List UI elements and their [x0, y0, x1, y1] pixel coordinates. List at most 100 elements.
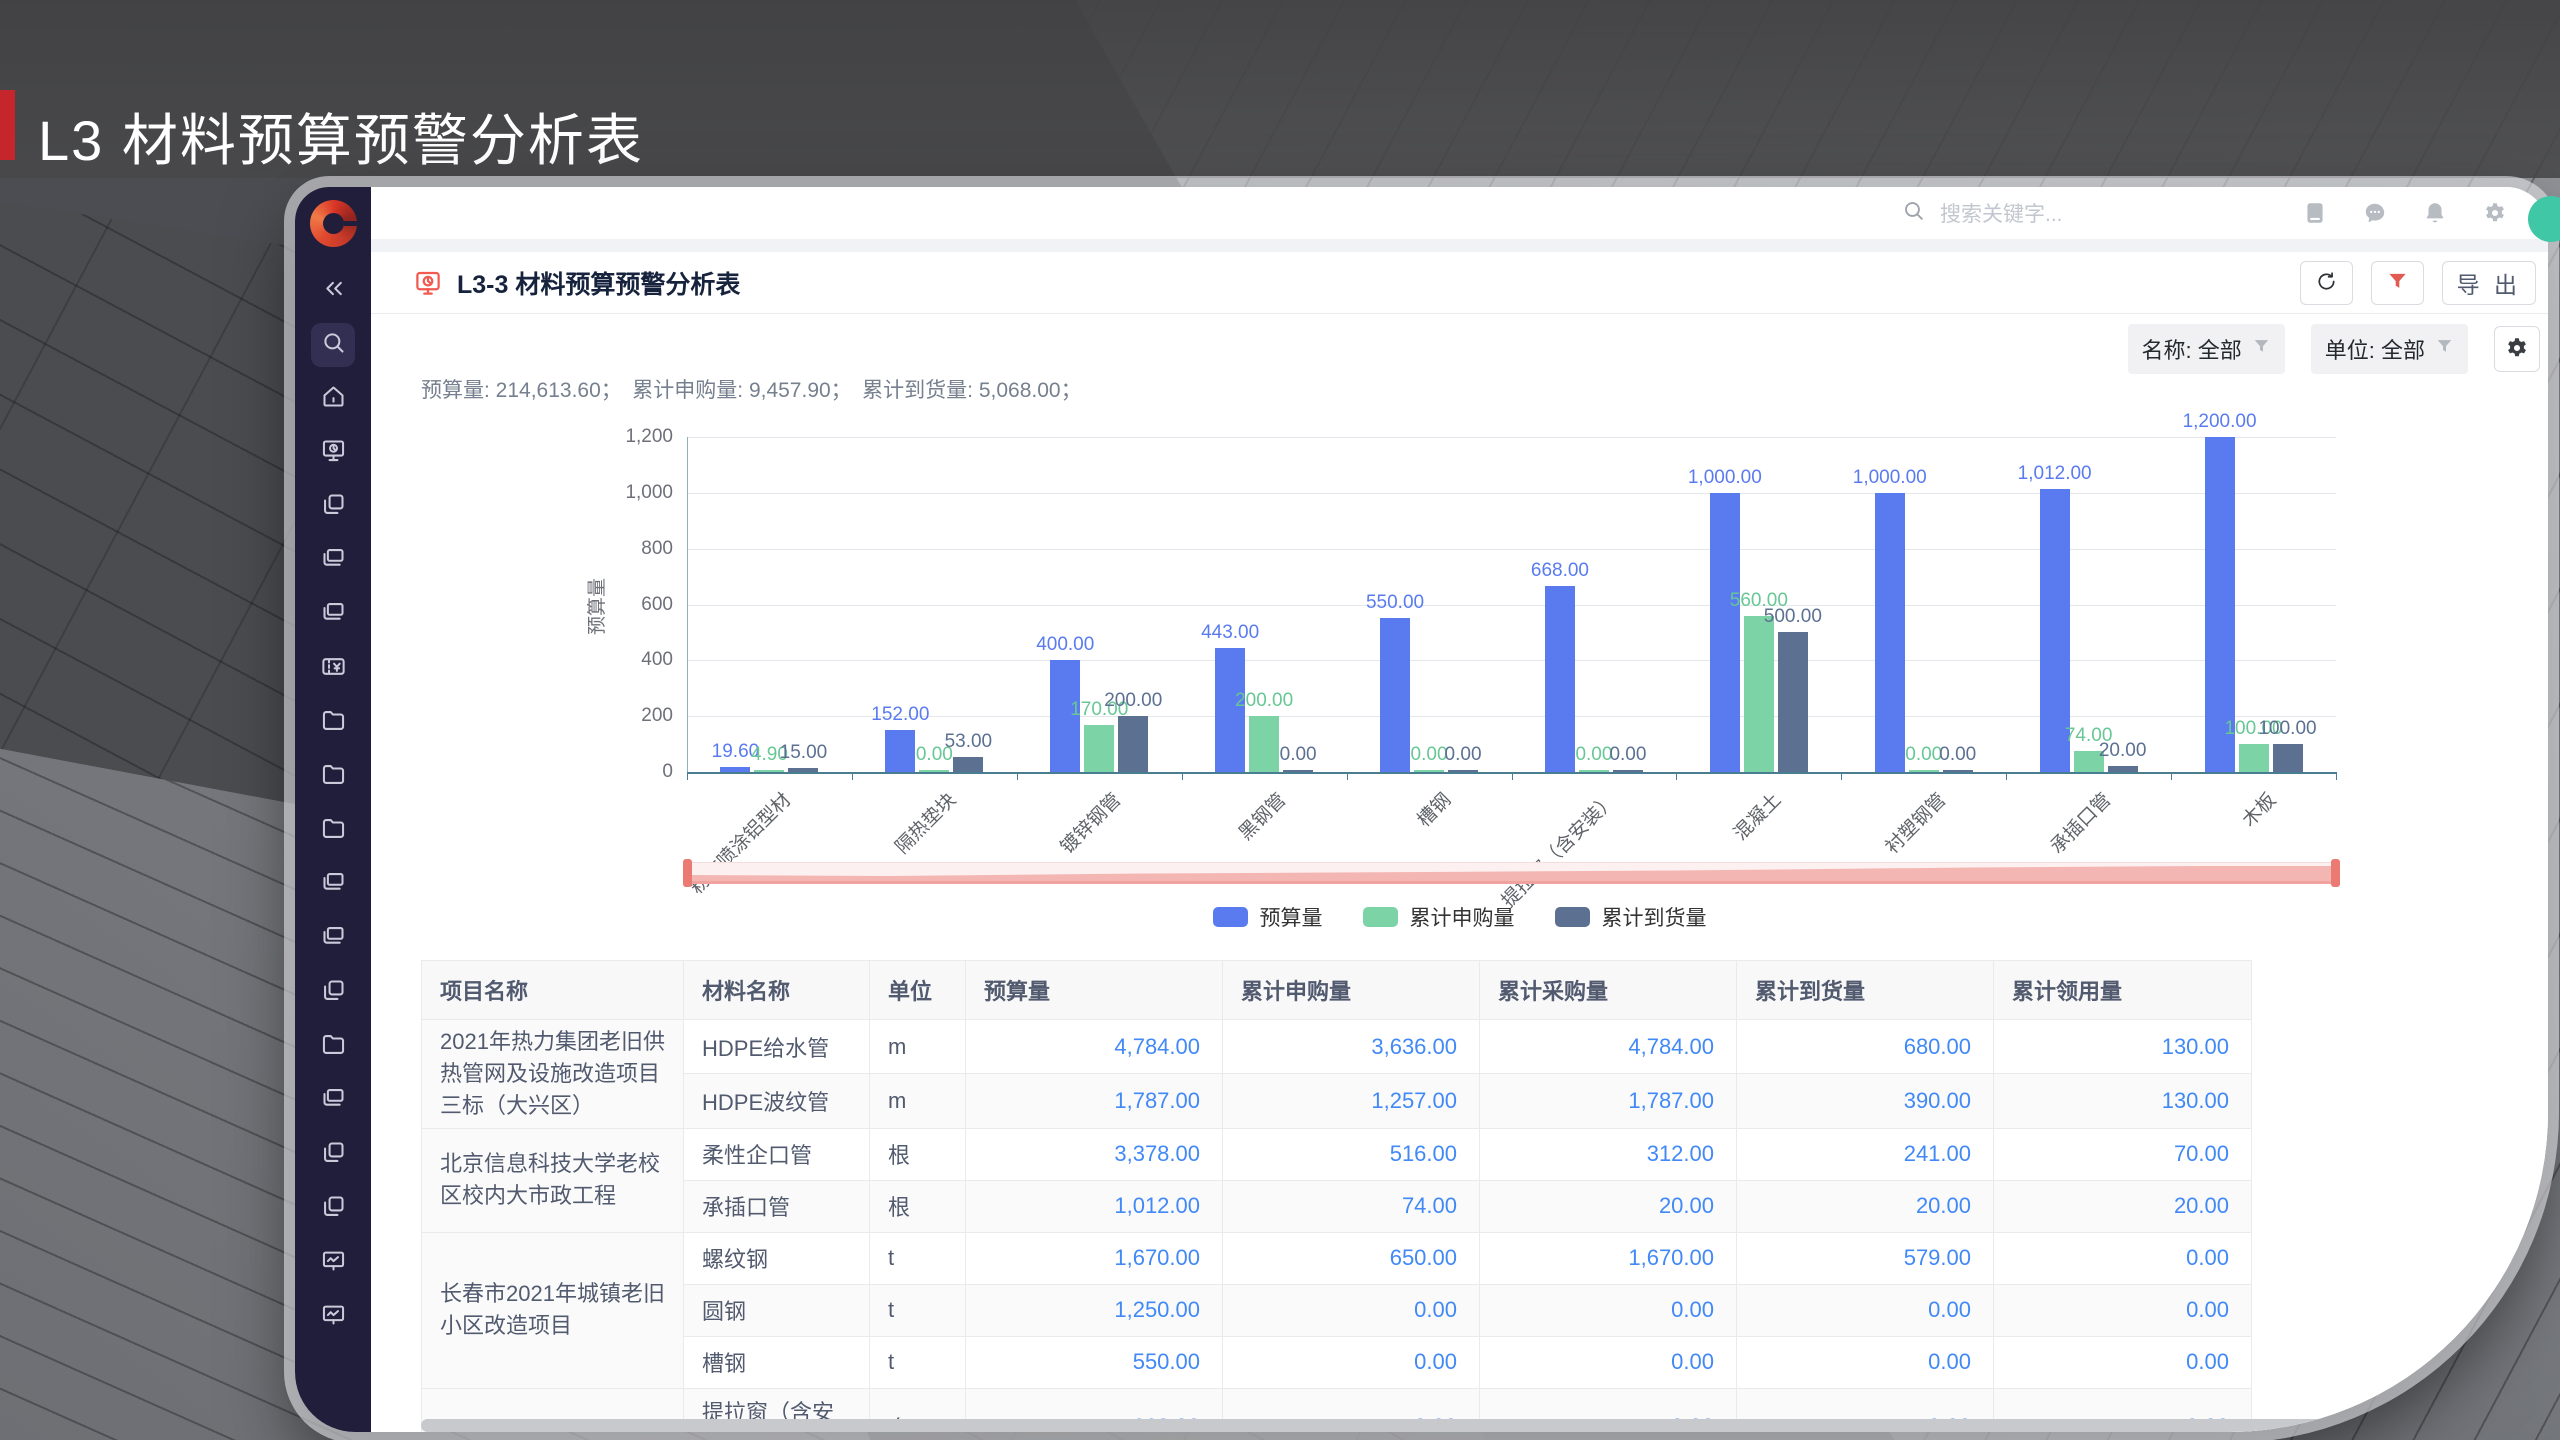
bar-累计申购量-提拉窗（含安装）[interactable] [1578, 769, 1609, 772]
value-cell[interactable]: 0.00 [1993, 1231, 2252, 1285]
notebook-icon[interactable] [2302, 200, 2328, 226]
sidebar-item-18-monitor-line-icon[interactable] [311, 1241, 355, 1285]
bell-icon[interactable] [2422, 200, 2448, 226]
sidebar-item-9-folder-icon[interactable] [311, 755, 355, 799]
bar-累计申购量-混凝土[interactable] [1743, 615, 1774, 772]
filter-button[interactable] [2370, 260, 2424, 305]
value-cell[interactable]: 550.00 [965, 1335, 1223, 1389]
bar-累计到货量-混凝土[interactable] [1777, 632, 1808, 772]
bar-累计到货量-隔热垫块[interactable] [953, 757, 984, 772]
bar-累计到货量-提拉窗（含安装）[interactable] [1612, 769, 1643, 772]
sidebar-item-15-windows-icon[interactable] [311, 1079, 355, 1123]
horizontal-scrollbar[interactable] [421, 1419, 2381, 1432]
value-cell[interactable]: 680.00 [1736, 1018, 1994, 1075]
bar-预算量-提拉窗（含安装）[interactable] [1544, 585, 1575, 772]
value-cell[interactable]: 390.00 [1736, 1073, 1994, 1129]
gear-icon[interactable] [2482, 200, 2508, 226]
value-cell[interactable]: 0.00 [1993, 1283, 2252, 1337]
sidebar-item-0-collapse-icon[interactable] [311, 269, 355, 313]
sidebar-item-4-copy-icon[interactable] [311, 485, 355, 529]
sidebar-item-14-folder-icon[interactable] [311, 1025, 355, 1069]
value-cell[interactable]: 1,670.00 [1479, 1231, 1737, 1285]
sidebar-item-2-home-icon[interactable] [311, 377, 355, 421]
value-cell[interactable]: 0.00 [1736, 1335, 1994, 1389]
sidebar-item-16-copy-icon[interactable] [311, 1133, 355, 1177]
x-category-label: 槽钢 [1413, 789, 1456, 832]
value-cell[interactable]: 130.00 [1993, 1073, 2252, 1129]
sidebar-item-8-folder-icon[interactable] [311, 701, 355, 745]
search-input[interactable]: 搜索关键字... [1901, 198, 2063, 228]
value-cell[interactable]: 1,012.00 [965, 1179, 1223, 1233]
value-cell[interactable]: 20.00 [1479, 1179, 1737, 1233]
bar-累计申购量-镀锌钢管[interactable] [1084, 724, 1115, 772]
legend-item-累计到货量[interactable]: 累计到货量 [1554, 902, 1707, 932]
value-cell[interactable]: 1,787.00 [1479, 1073, 1737, 1129]
refresh-button[interactable] [2299, 260, 2353, 305]
bar-累计申购量-槽钢[interactable] [1414, 769, 1445, 772]
value-cell[interactable]: 20.00 [1993, 1179, 2252, 1233]
value-cell[interactable]: 130.00 [1993, 1018, 2252, 1075]
bar-累计到货量-黑钢管[interactable] [1283, 769, 1314, 772]
bar-预算量-衬塑钢管[interactable] [1874, 492, 1905, 772]
value-cell[interactable]: 4,784.00 [1479, 1018, 1737, 1075]
filter-chip-0[interactable]: 名称: 全部 [2127, 324, 2285, 374]
bar-累计申购量-隔热垫块[interactable] [919, 769, 950, 772]
value-cell[interactable]: 4,784.00 [965, 1018, 1223, 1075]
sidebar-item-11-windows-icon[interactable] [311, 863, 355, 907]
sidebar-item-6-windows-icon[interactable] [311, 593, 355, 637]
settings-gear-button[interactable] [2494, 326, 2540, 372]
legend-item-预算量[interactable]: 预算量 [1212, 902, 1323, 932]
filter-chip-1[interactable]: 单位: 全部 [2310, 324, 2468, 374]
export-button[interactable]: 导 出 [2441, 260, 2536, 305]
value-cell[interactable]: 74.00 [1222, 1179, 1480, 1233]
bar-累计到货量-承插口管[interactable] [2107, 766, 2138, 772]
value-cell[interactable]: 516.00 [1222, 1127, 1480, 1181]
value-cell[interactable]: 1,257.00 [1222, 1073, 1480, 1129]
sidebar-item-17-copy-icon[interactable] [311, 1187, 355, 1231]
bar-累计申购量-黑钢管[interactable] [1249, 716, 1280, 772]
bar-预算量-粉末喷涂铝型材[interactable] [720, 766, 751, 772]
value-cell[interactable]: 0.00 [1479, 1335, 1737, 1389]
value-cell[interactable]: 0.00 [1736, 1283, 1994, 1337]
bar-累计到货量-镀锌钢管[interactable] [1118, 716, 1149, 772]
sidebar-item-7-invoice-icon[interactable] [311, 647, 355, 691]
value-cell[interactable]: 0.00 [1479, 1283, 1737, 1337]
value-cell[interactable]: 3,378.00 [965, 1127, 1223, 1181]
datazoom-handle-right[interactable] [2331, 859, 2340, 887]
bar-累计到货量-槽钢[interactable] [1448, 769, 1479, 772]
value-cell[interactable]: 1,250.00 [965, 1283, 1223, 1337]
value-cell[interactable]: 20.00 [1736, 1179, 1994, 1233]
sidebar-item-12-windows-icon[interactable] [311, 917, 355, 961]
value-cell[interactable]: 579.00 [1736, 1231, 1994, 1285]
value-cell[interactable]: 312.00 [1479, 1127, 1737, 1181]
legend-item-累计申购量[interactable]: 累计申购量 [1362, 902, 1515, 932]
sidebar-item-3-monitor-chart-icon[interactable] [311, 431, 355, 475]
value-cell[interactable]: 70.00 [1993, 1127, 2252, 1181]
value-cell[interactable]: 241.00 [1736, 1127, 1994, 1181]
bar-累计到货量-木板[interactable] [2272, 744, 2303, 772]
bar-累计申购量-木板[interactable] [2238, 744, 2269, 772]
datazoom-slider[interactable] [683, 859, 2340, 887]
value-cell[interactable]: 1,670.00 [965, 1231, 1223, 1285]
bar-累计申购量-粉末喷涂铝型材[interactable] [754, 769, 785, 772]
sidebar-item-5-windows-icon[interactable] [311, 539, 355, 583]
chat-icon[interactable] [2362, 200, 2388, 226]
value-cell[interactable]: 1,787.00 [965, 1073, 1223, 1129]
value-cell[interactable]: 0.00 [1993, 1335, 2252, 1389]
app-logo[interactable] [309, 200, 358, 247]
value-cell[interactable]: 650.00 [1222, 1231, 1480, 1285]
datazoom-handle-left[interactable] [683, 859, 692, 887]
value-cell[interactable]: 0.00 [1222, 1335, 1480, 1389]
bar-预算量-混凝土[interactable] [1709, 492, 1740, 772]
bar-预算量-隔热垫块[interactable] [885, 729, 916, 772]
bar-累计申购量-衬塑钢管[interactable] [1908, 769, 1939, 772]
sidebar-item-1-search-icon[interactable] [311, 323, 355, 367]
sidebar-item-13-copy-icon[interactable] [311, 971, 355, 1015]
bar-累计到货量-衬塑钢管[interactable] [1942, 769, 1973, 772]
value-cell[interactable]: 0.00 [1222, 1283, 1480, 1337]
bar-预算量-槽钢[interactable] [1380, 618, 1411, 772]
sidebar-item-10-folder-icon[interactable] [311, 809, 355, 853]
bar-累计到货量-粉末喷涂铝型材[interactable] [788, 767, 819, 772]
value-cell[interactable]: 3,636.00 [1222, 1018, 1480, 1075]
sidebar-item-19-monitor-line-icon[interactable] [311, 1295, 355, 1339]
